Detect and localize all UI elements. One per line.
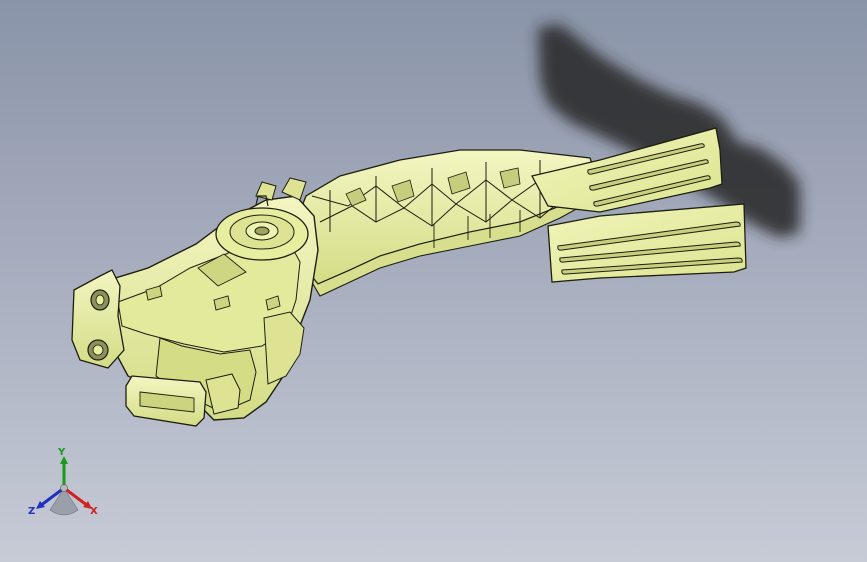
mounting-flange[interactable] bbox=[71, 269, 125, 369]
pedal-pad-lower[interactable] bbox=[547, 203, 747, 283]
axis-label-x: X bbox=[90, 506, 98, 517]
cad-3d-viewport[interactable]: Y X Z bbox=[0, 0, 867, 562]
axis-label-z: Z bbox=[28, 506, 36, 517]
axis-triad[interactable]: Y X Z bbox=[26, 448, 106, 524]
model-scene[interactable] bbox=[0, 0, 867, 562]
axis-label-y: Y bbox=[58, 447, 66, 458]
